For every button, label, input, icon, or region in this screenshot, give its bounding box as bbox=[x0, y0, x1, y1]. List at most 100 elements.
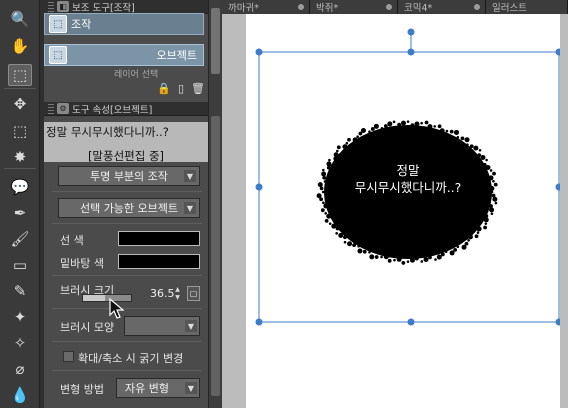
object-select-icon[interactable]: ⬚ bbox=[8, 64, 32, 86]
document-tab-bar: 까마귀* 박쥐* 코믹4* 일러스트 bbox=[222, 0, 568, 14]
scale-width-checkbox[interactable] bbox=[63, 351, 74, 362]
selection-handle[interactable] bbox=[255, 183, 263, 191]
selection-handle[interactable] bbox=[255, 318, 263, 326]
rough-edge-dot bbox=[392, 120, 396, 124]
drop-icon[interactable]: 💧 bbox=[8, 384, 32, 406]
rough-edge-dot bbox=[444, 250, 448, 253]
eraser-icon[interactable]: ▭ bbox=[8, 254, 32, 276]
balloon-text[interactable]: 정말 무시무시했다니까..? bbox=[333, 162, 483, 196]
brush-shape-dropdown[interactable]: ▼ bbox=[124, 316, 200, 336]
tab-document[interactable]: 까마귀* bbox=[222, 0, 310, 14]
subtool-actions: 🔒 ▯ 🗑 bbox=[157, 82, 205, 95]
lock-icon[interactable]: 🔒 bbox=[157, 82, 171, 95]
rough-edge-dot bbox=[328, 222, 332, 225]
selection-handle[interactable] bbox=[555, 318, 561, 326]
tab-label: 일러스트 bbox=[492, 3, 527, 14]
pen-icon[interactable]: ✒ bbox=[8, 202, 32, 224]
blend-icon[interactable]: ✎ bbox=[8, 280, 32, 302]
rough-edge-dot bbox=[489, 204, 493, 208]
scroll-thumb[interactable] bbox=[211, 116, 220, 396]
selection-handle[interactable] bbox=[407, 48, 415, 56]
layer-move-icon[interactable]: ✥ bbox=[8, 93, 32, 115]
marquee-icon[interactable]: ⬚ bbox=[8, 120, 32, 142]
transform-method-dropdown[interactable]: 자유 변형 ▼ bbox=[116, 378, 200, 398]
rough-edge-dot bbox=[324, 218, 329, 223]
rough-edge-dot bbox=[456, 135, 460, 139]
rough-edge-dot bbox=[428, 255, 432, 260]
new-page-icon[interactable]: ▯ bbox=[175, 82, 187, 95]
rough-edge-dot bbox=[473, 145, 479, 151]
bg-color-swatch[interactable] bbox=[118, 254, 200, 269]
rough-edge-dot bbox=[490, 190, 494, 194]
tab-document[interactable]: 박쥐* bbox=[310, 0, 398, 14]
hand-icon[interactable]: ✋ bbox=[8, 35, 32, 57]
rough-edge-dot bbox=[449, 250, 455, 256]
canvas-drawing[interactable] bbox=[246, 14, 560, 408]
selection-handle[interactable] bbox=[407, 28, 415, 36]
rough-edge-dot bbox=[420, 121, 423, 125]
sparkle-icon[interactable]: ✧ bbox=[8, 332, 32, 354]
fill-icon[interactable]: ⌀ bbox=[8, 358, 32, 380]
scroll-thumb[interactable] bbox=[211, 8, 220, 74]
rough-edge-dot bbox=[461, 244, 467, 250]
pressure-toggle[interactable]: ▢ bbox=[187, 286, 200, 301]
rough-edge-dot bbox=[453, 129, 459, 135]
stamp-icon[interactable]: ✦ bbox=[8, 306, 32, 328]
rough-edge-dot bbox=[414, 256, 419, 261]
selection-handle[interactable] bbox=[555, 48, 561, 56]
tab-document[interactable]: 일러스트 bbox=[486, 0, 568, 14]
rough-edge-dot bbox=[370, 127, 375, 131]
rough-edge-dot bbox=[492, 179, 495, 183]
chevron-down-icon: ▼ bbox=[184, 202, 196, 214]
trash-icon[interactable]: 🗑 bbox=[191, 82, 205, 95]
divider bbox=[52, 275, 202, 276]
rough-edge-dot bbox=[328, 158, 331, 162]
selection-handle[interactable] bbox=[555, 183, 561, 191]
balloon-icon[interactable]: 💬 bbox=[8, 176, 32, 198]
brush-icon[interactable]: 🖌 bbox=[8, 228, 32, 250]
object-tool-icon: ⬚ bbox=[49, 46, 67, 64]
tab-document[interactable]: 코믹4* bbox=[398, 0, 486, 14]
spinner-icon[interactable]: ▲ ▼ bbox=[173, 286, 182, 302]
transform-label: 변형 방법 bbox=[60, 383, 104, 396]
rough-edge-dot bbox=[406, 260, 410, 263]
chevron-down-icon: ▼ bbox=[184, 170, 196, 182]
close-icon[interactable] bbox=[386, 4, 392, 10]
rough-edge-dot bbox=[343, 240, 347, 244]
rough-edge-dot bbox=[343, 235, 347, 240]
wrench-icon: ⚙ bbox=[57, 103, 69, 114]
rough-edge-dot bbox=[333, 152, 339, 158]
chevron-down-icon: ▼ bbox=[185, 382, 197, 394]
rough-edge-dot bbox=[484, 222, 488, 225]
line-color-label: 선 색 bbox=[60, 234, 84, 247]
subtool-item-layer-select[interactable]: 레이어 선택 bbox=[44, 67, 204, 80]
rough-edge-dot bbox=[362, 249, 367, 254]
selection-handle[interactable] bbox=[407, 318, 415, 326]
rough-edge-dot bbox=[368, 250, 371, 254]
subtool-panel-header[interactable]: ◧ 보조 도구[조작] bbox=[44, 0, 208, 14]
brush-shape-label: 브러시 모양 bbox=[60, 321, 115, 334]
close-icon[interactable] bbox=[474, 4, 480, 10]
rough-edge-dot bbox=[380, 126, 384, 130]
rough-edge-dot bbox=[440, 252, 445, 257]
subtool-panel-title: 보조 도구[조작] bbox=[72, 2, 135, 14]
panel-scrollbar[interactable] bbox=[208, 0, 222, 408]
close-icon[interactable] bbox=[298, 4, 304, 10]
rough-edge-dot bbox=[493, 182, 498, 187]
rough-edge-dot bbox=[492, 171, 496, 176]
subtool-item-jojak[interactable]: ⬚ 조작 bbox=[44, 13, 204, 35]
subtool-item-label: 레이어 선택 bbox=[114, 69, 159, 80]
divider bbox=[52, 223, 202, 224]
selection-handle[interactable] bbox=[255, 48, 263, 56]
line-color-swatch[interactable] bbox=[118, 231, 200, 246]
subtool-item-object[interactable]: ⬚ 오브젝트 bbox=[44, 44, 204, 66]
rough-edge-dot bbox=[420, 260, 424, 263]
preview-status: [말풍선편집 중] bbox=[87, 149, 165, 163]
transparent-operation-dropdown[interactable]: 투명 부분의 조작 ▼ bbox=[58, 166, 200, 186]
rough-edge-dot bbox=[338, 232, 344, 238]
selectable-object-dropdown[interactable]: 선택 가능한 오브젝트 ▼ bbox=[58, 198, 200, 218]
property-panel-header[interactable]: ⚙ 도구 속성[오브젝트] bbox=[44, 102, 208, 116]
magnifier-icon[interactable]: 🔍 bbox=[8, 8, 32, 30]
auto-select-icon[interactable]: ✸ bbox=[8, 146, 32, 168]
rough-edge-dot bbox=[322, 175, 327, 180]
